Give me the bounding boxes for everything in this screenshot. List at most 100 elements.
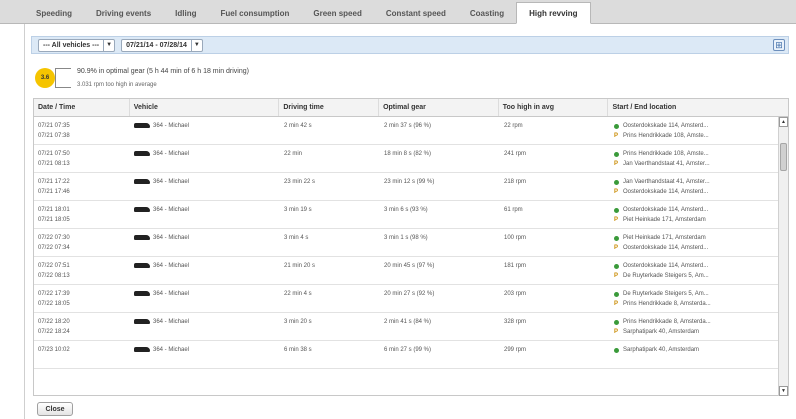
row-vehicle-label: 364 - Michael	[153, 151, 190, 157]
table-body[interactable]: 07/21 07:35 07/21 07:38 364 - Michael 2 min…	[34, 117, 788, 396]
column-header-location[interactable]: Start / End location	[608, 99, 788, 116]
row-start-time: 07/21 07:50	[38, 151, 70, 157]
tab-coasting[interactable]: Coasting	[458, 3, 516, 23]
row-location: Jan Vaerthandstaat 41, Amster... P Oosterd…	[610, 173, 772, 200]
scroll-up-icon[interactable]: ▲	[779, 117, 788, 127]
row-vehicle-label: 364 - Michael	[153, 235, 190, 241]
start-location[interactable]: Piet Heinkade 171, Amsterdam	[614, 233, 768, 243]
expand-icon[interactable]: ⊞	[773, 39, 785, 51]
row-vehicle: 364 - Michael	[130, 201, 280, 228]
row-driving-time: 2 min 42 s	[284, 123, 312, 129]
end-location[interactable]: P Jan Vaerthandstaat 41, Amster...	[614, 159, 768, 169]
end-location[interactable]: P De Ruyterkade Steigers 5, Am...	[614, 271, 768, 281]
end-location-text: Prins Hendrikkade 108, Amste...	[623, 133, 709, 139]
table-row[interactable]: 07/21 07:50 07/21 08:13 364 - Michael 22 mi…	[34, 145, 788, 173]
car-icon	[134, 207, 150, 212]
row-driving-time: 3 min 20 s	[284, 319, 312, 325]
start-location[interactable]: Jan Vaerthandstaat 41, Amster...	[614, 177, 768, 187]
row-vehicle-label: 364 - Michael	[153, 319, 190, 325]
tab-idling[interactable]: Idling	[163, 3, 208, 23]
scrollbar-thumb[interactable]	[780, 143, 787, 171]
table-row[interactable]: 07/22 07:30 07/22 07:34 364 - Michael 3 min…	[34, 229, 788, 257]
tab-fuel-consumption[interactable]: Fuel consumption	[208, 3, 301, 23]
row-datetime: 07/22 07:51 07/22 08:13	[34, 257, 130, 284]
start-location[interactable]: Oosterdokskade 114, Amsterd...	[614, 121, 768, 131]
car-icon	[134, 291, 150, 296]
row-datetime: 07/21 07:50 07/21 08:13	[34, 145, 130, 172]
row-too-high: 61 rpm	[504, 207, 523, 213]
end-location[interactable]: P Piet Heinkade 171, Amsterdam	[614, 215, 768, 225]
start-location[interactable]: Sarphatipark 40, Amsterdam	[614, 345, 768, 355]
row-driving-time: 23 min 22 s	[284, 179, 316, 185]
tab-constant-speed[interactable]: Constant speed	[374, 3, 458, 23]
row-location: De Ruyterkade Steigers 5, Am... P Prins He…	[610, 285, 772, 312]
end-location-text: Oosterdokskade 114, Amsterd...	[623, 245, 709, 251]
report-panel: --- All vehicles --- ▼ 07/21/14 - 07/28/…	[24, 24, 796, 419]
score-badge: 3.6	[35, 68, 55, 88]
column-header-too-high[interactable]: Too high in avg	[499, 99, 609, 116]
end-location[interactable]: P Oosterdokskade 114, Amsterd...	[614, 243, 768, 253]
row-start-time: 07/21 18:01	[38, 207, 70, 213]
tab-green-speed[interactable]: Green speed	[301, 3, 373, 23]
vehicle-select[interactable]: --- All vehicles --- ▼	[38, 38, 116, 52]
table-row[interactable]: 07/21 07:35 07/21 07:38 364 - Michael 2 min…	[34, 117, 788, 145]
row-datetime: 07/21 17:22 07/21 17:46	[34, 173, 130, 200]
table-row[interactable]: 07/22 17:39 07/22 18:05 364 - Michael 22 mi…	[34, 285, 788, 313]
row-optimal-gear: 20 min 45 s (97 %)	[384, 263, 435, 269]
column-header-optimal-gear[interactable]: Optimal gear	[379, 99, 499, 116]
end-location[interactable]: P Prins Hendrikkade 108, Amste...	[614, 131, 768, 141]
end-location-text: De Ruyterkade Steigers 5, Am...	[623, 273, 709, 279]
row-start-time: 07/22 07:30	[38, 235, 70, 241]
end-location[interactable]: P Oosterdokskade 114, Amsterd...	[614, 187, 768, 197]
start-location[interactable]: Prins Hendrikkade 108, Amste...	[614, 149, 768, 159]
row-vehicle: 364 - Michael	[130, 313, 280, 340]
row-location: Oosterdokskade 114, Amsterd... P De Ruyter…	[610, 257, 772, 284]
table-row[interactable]: 07/21 17:22 07/21 17:46 364 - Michael 23 mi…	[34, 173, 788, 201]
start-location-text: Oosterdokskade 114, Amsterd...	[623, 263, 709, 269]
row-vehicle-label: 364 - Michael	[153, 347, 190, 353]
row-optimal-gear: 2 min 41 s (84 %)	[384, 319, 432, 325]
end-location-text: Jan Vaerthandstaat 41, Amster...	[623, 161, 710, 167]
start-location[interactable]: Prins Hendrikkade 8, Amsterda...	[614, 317, 768, 327]
tab-high-revving[interactable]: High revving	[516, 2, 591, 24]
row-end-time: 07/21 18:05	[38, 217, 70, 223]
row-vehicle-label: 364 - Michael	[153, 263, 190, 269]
row-location: Sarphatipark 40, Amsterdam	[610, 341, 772, 368]
end-location[interactable]: P Prins Hendrikkade 8, Amsterda...	[614, 299, 768, 309]
scroll-down-icon[interactable]: ▼	[779, 386, 788, 396]
table-row[interactable]: 07/21 18:01 07/21 18:05 364 - Michael 3 min…	[34, 201, 788, 229]
column-header-driving-time[interactable]: Driving time	[279, 99, 380, 116]
row-too-high: 299 rpm	[504, 347, 527, 353]
start-location[interactable]: De Ruyterkade Steigers 5, Am...	[614, 289, 768, 299]
flag-icon: P	[614, 244, 619, 251]
table-row[interactable]: 07/22 07:51 07/22 08:13 364 - Michael 21 mi…	[34, 257, 788, 285]
row-end-time: 07/21 17:46	[38, 189, 70, 195]
start-location-text: Jan Vaerthandstaat 41, Amster...	[623, 179, 710, 185]
row-too-high: 203 rpm	[504, 291, 527, 297]
tab-speeding[interactable]: Speeding	[24, 3, 84, 23]
date-range-select[interactable]: 07/21/14 - 07/28/14 ▼	[121, 38, 203, 52]
table-row[interactable]: 07/23 10:02 364 - Michael 6 min 38 s 6 min …	[34, 341, 788, 369]
start-pin-icon	[614, 235, 619, 241]
close-button[interactable]: Close	[37, 402, 73, 416]
end-location-text: Oosterdokskade 114, Amsterd...	[623, 189, 709, 195]
summary-rpm-too-high: 3.031 rpm too high in average	[77, 82, 157, 88]
row-vehicle: 364 - Michael	[130, 229, 280, 256]
row-datetime: 07/22 07:30 07/22 07:34	[34, 229, 130, 256]
column-header-vehicle[interactable]: Vehicle	[130, 99, 280, 116]
row-start-time: 07/21 07:35	[38, 123, 70, 129]
tab-driving-events[interactable]: Driving events	[84, 3, 163, 23]
summary-bracket	[55, 68, 71, 88]
vertical-scrollbar[interactable]: ▲ ▼	[778, 117, 788, 396]
row-optimal-gear: 3 min 1 s (98 %)	[384, 235, 428, 241]
end-location[interactable]: P Sarphatipark 40, Amsterdam	[614, 327, 768, 337]
row-datetime: 07/21 07:35 07/21 07:38	[34, 117, 130, 144]
start-location[interactable]: Oosterdokskade 114, Amsterd...	[614, 261, 768, 271]
row-end-time: 07/22 08:13	[38, 273, 70, 279]
table-row[interactable]: 07/22 18:20 07/22 18:24 364 - Michael 3 min…	[34, 313, 788, 341]
start-location[interactable]: Oosterdokskade 114, Amsterd...	[614, 205, 768, 215]
start-pin-icon	[614, 263, 619, 269]
row-driving-time: 3 min 4 s	[284, 235, 309, 241]
column-header-date[interactable]: Date / Time	[34, 99, 130, 116]
row-vehicle-label: 364 - Michael	[153, 207, 190, 213]
